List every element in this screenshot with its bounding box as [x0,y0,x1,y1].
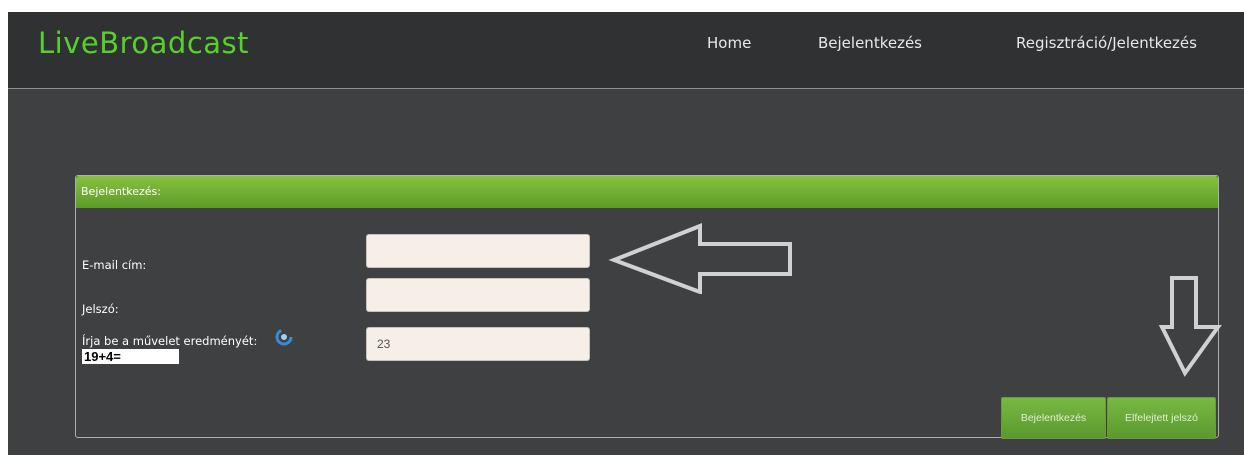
captcha-answer-field[interactable] [366,327,590,361]
page-frame: LiveBroadcast Home Bejelentkezés Regiszt… [8,12,1244,455]
captcha-label: Írja be a művelet eredményét: [82,334,258,348]
login-button[interactable]: Bejelentkezés [1001,397,1106,439]
nav-register[interactable]: Regisztráció/Jelentkezés [1016,34,1197,52]
forgot-password-button[interactable]: Elfelejtett jelszó [1107,397,1216,439]
site-logo[interactable]: LiveBroadcast [38,26,249,60]
top-navbar: LiveBroadcast Home Bejelentkezés Regiszt… [8,12,1244,89]
left-arrow-annotation [608,223,792,294]
down-arrow-annotation [1158,276,1222,377]
email-label: E-mail cím: [82,258,147,272]
password-field[interactable] [366,278,590,312]
refresh-icon[interactable] [275,328,293,346]
captcha-question: 19+4= [82,349,179,364]
nav-login[interactable]: Bejelentkezés [818,34,922,52]
login-panel: Bejelentkezés: E-mail cím: Jelszó: Írja … [75,175,1219,439]
login-panel-title: Bejelentkezés: [76,176,1218,208]
email-field[interactable] [366,234,590,268]
password-label: Jelszó: [82,302,119,316]
nav-home[interactable]: Home [707,34,751,52]
